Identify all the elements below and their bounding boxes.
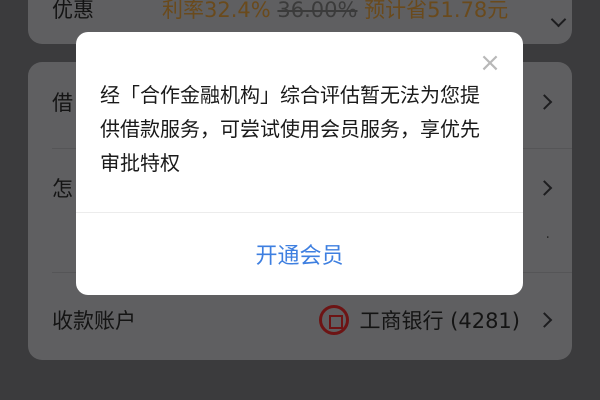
how-row-label: 怎 <box>52 177 73 201</box>
membership-dialog: × 经「合作金融机构」综合评估暂无法为您提供借款服务，可尝试使用会员服务，享优先… <box>76 32 523 295</box>
open-membership-button[interactable]: 开通会员 <box>76 213 523 295</box>
borrow-row-label: 借 <box>52 91 73 115</box>
account-value: 工商银行 (4281) <box>319 305 520 335</box>
chevron-right-icon <box>536 180 553 196</box>
account-label: 收款账户 <box>52 309 136 333</box>
promo-old-rate: 36.00% <box>277 0 358 22</box>
promo-savings: 预计省51.78元 <box>364 0 509 22</box>
close-icon[interactable]: × <box>475 48 505 78</box>
promo-rate-text: 利率32.4% 36.00% 预计省51.78元 <box>162 0 508 24</box>
account-row[interactable]: 收款账户 工商银行 (4281) <box>28 290 572 350</box>
chevron-right-icon <box>536 312 553 328</box>
more-dots: · <box>545 230 550 246</box>
promo-label: 优惠 <box>52 0 94 22</box>
promo-rate: 利率32.4% <box>162 0 271 22</box>
chevron-right-icon <box>536 94 553 110</box>
dialog-message: 经「合作金融机构」综合评估暂无法为您提供借款服务，可尝试使用会员服务，享优先审批… <box>100 83 480 175</box>
icbc-logo-icon <box>319 305 350 335</box>
bank-name: 工商银行 (4281) <box>359 309 520 333</box>
